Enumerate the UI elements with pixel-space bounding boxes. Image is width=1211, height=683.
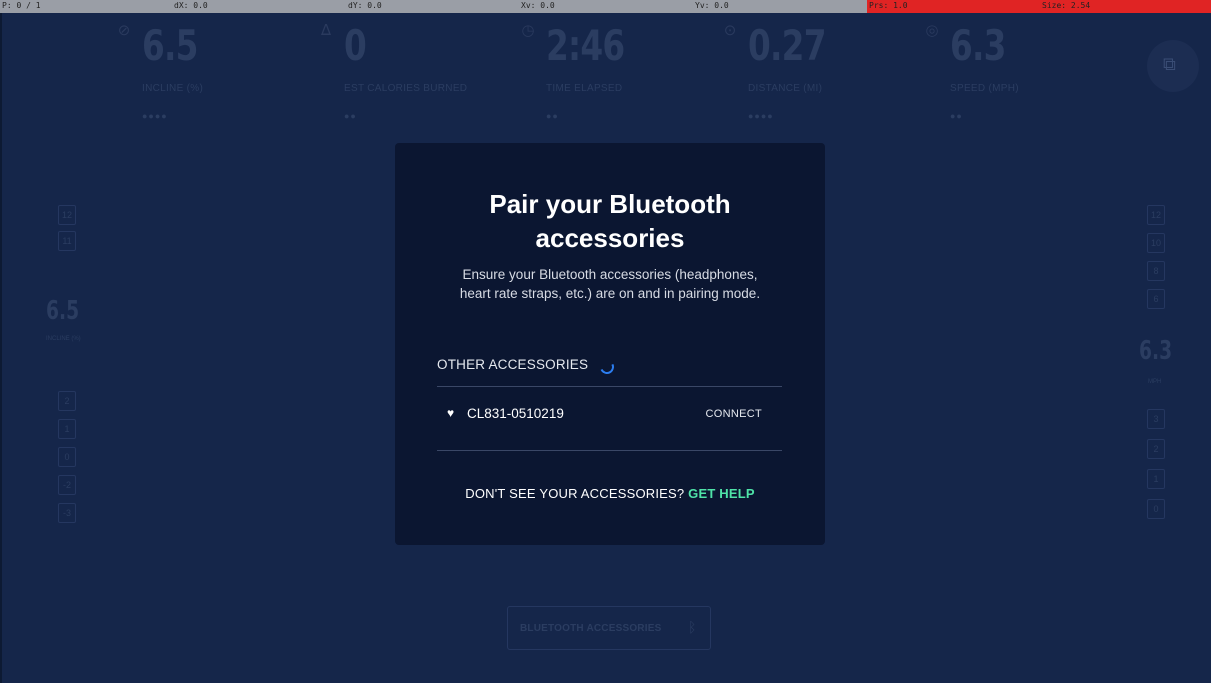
- modal-title-line: accessories: [535, 223, 685, 253]
- debug-prs: Prs: 1.0: [869, 1, 908, 10]
- incline-current-value: 6.5: [46, 296, 80, 326]
- divider: [437, 386, 782, 387]
- loading-spinner-icon: [598, 358, 616, 376]
- page-dots: ●●●●: [748, 111, 774, 121]
- metric-label: EST CALORIES BURNED: [344, 83, 468, 94]
- get-help-link[interactable]: GET HELP: [688, 486, 755, 501]
- speed-step[interactable]: 2: [1147, 439, 1165, 459]
- metric-label: INCLINE (%): [142, 83, 204, 94]
- bluetooth-accessories-button[interactable]: BLUETOOTH ACCESSORIES ᛒ: [507, 606, 711, 650]
- distance-icon: ⊙: [723, 22, 737, 39]
- metric-value: 0: [344, 21, 367, 70]
- metric-time[interactable]: ◷ 2:46 TIME ELAPSED ●●: [521, 13, 746, 133]
- incline-step[interactable]: -2: [58, 475, 76, 495]
- graph-button[interactable]: ⧉: [1147, 40, 1199, 92]
- speed-step[interactable]: 6: [1147, 289, 1165, 309]
- page-dots: ●●: [950, 111, 963, 121]
- metric-label: DISTANCE (MI): [748, 83, 823, 94]
- gauge-icon: ⊘: [117, 22, 131, 39]
- speed-step[interactable]: 3: [1147, 409, 1165, 429]
- other-accessories-heading: OTHER ACCESSORIES: [437, 357, 589, 372]
- debug-dx: dX: 0.0: [174, 1, 208, 10]
- debug-dy: dY: 0.0: [348, 1, 382, 10]
- debug-size: Size: 2.54: [1042, 1, 1091, 10]
- speed-label: MPH: [1148, 379, 1162, 385]
- flame-icon: ᐃ: [320, 22, 332, 39]
- debug-pressure-highlight: [867, 0, 1211, 13]
- modal-title: Pair your Bluetooth accessories: [395, 187, 825, 255]
- debug-xv: Xv: 0.0: [521, 1, 555, 10]
- page-dots: ●●: [546, 111, 559, 121]
- modal-description: Ensure your Bluetooth accessories (headp…: [395, 265, 825, 303]
- metric-value: 6.5: [142, 21, 198, 70]
- metric-calories[interactable]: ᐃ 0 EST CALORIES BURNED ●●: [321, 13, 544, 133]
- debug-overlay-bar: P: 0 / 1 dX: 0.0 dY: 0.0 Xv: 0.0 Yv: 0.0…: [0, 0, 1211, 13]
- metric-value: 6.3: [950, 21, 1006, 70]
- speed-current-value: 6.3: [1139, 336, 1173, 366]
- pair-bluetooth-modal: Pair your Bluetooth accessories Ensure y…: [395, 143, 825, 545]
- connect-button[interactable]: CONNECT: [706, 408, 763, 420]
- accessory-name: CL831-0510219: [467, 406, 564, 421]
- modal-title-line: Pair your Bluetooth: [489, 189, 731, 219]
- incline-step[interactable]: 12: [58, 205, 76, 225]
- help-text: DON'T SEE YOUR ACCESSORIES?: [465, 486, 685, 501]
- metric-speed[interactable]: ◎ 6.3 SPEED (MPH) ●●: [925, 13, 1150, 133]
- page-dots: ●●: [344, 111, 357, 121]
- speed-step[interactable]: 0: [1147, 499, 1165, 519]
- modal-description-line: Ensure your Bluetooth accessories (headp…: [462, 267, 758, 282]
- metric-distance[interactable]: ⊙ 0.27 DISTANCE (MI) ●●●●: [724, 13, 948, 133]
- help-line: DON'T SEE YOUR ACCESSORIES? GET HELP: [395, 486, 825, 501]
- metric-value: 2:46: [546, 21, 625, 70]
- debug-pointer: P: 0 / 1: [2, 1, 41, 10]
- incline-step[interactable]: 2: [58, 391, 76, 411]
- bluetooth-icon: ᛒ: [688, 619, 697, 635]
- speed-step[interactable]: 1: [1147, 469, 1165, 489]
- chart-icon: ⧉: [1163, 54, 1176, 74]
- heart-rate-icon: ♥: [447, 406, 455, 420]
- accessory-row[interactable]: ♥ CL831-0510219 CONNECT: [437, 395, 782, 435]
- incline-step[interactable]: 11: [58, 231, 76, 251]
- metric-label: SPEED (MPH): [950, 83, 1019, 94]
- bluetooth-accessories-label: BLUETOOTH ACCESSORIES: [520, 623, 662, 634]
- debug-yv: Yv: 0.0: [695, 1, 729, 10]
- modal-description-line: heart rate straps, etc.) are on and in p…: [459, 286, 761, 301]
- metric-value: 0.27: [748, 21, 826, 70]
- metric-incline[interactable]: ⊘ 6.5 INCLINE (%) ●●●●: [118, 13, 342, 133]
- speed-step[interactable]: 10: [1147, 233, 1165, 253]
- divider: [437, 450, 782, 451]
- incline-label: INCLINE (%): [46, 336, 81, 342]
- incline-step[interactable]: 1: [58, 419, 76, 439]
- incline-step[interactable]: 0: [58, 447, 76, 467]
- stopwatch-icon: ◷: [521, 22, 535, 39]
- speed-icon: ◎: [925, 22, 939, 39]
- speed-step[interactable]: 8: [1147, 261, 1165, 281]
- speed-step[interactable]: 12: [1147, 205, 1165, 225]
- incline-step[interactable]: -3: [58, 503, 76, 523]
- metric-label: TIME ELAPSED: [546, 83, 623, 94]
- page-dots: ●●●●: [142, 111, 168, 121]
